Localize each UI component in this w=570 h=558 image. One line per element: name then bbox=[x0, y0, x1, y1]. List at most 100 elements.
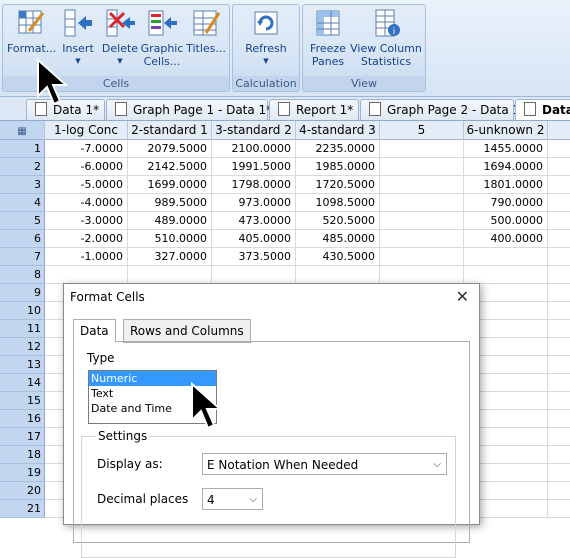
row-header[interactable]: 21 bbox=[0, 500, 45, 518]
table-cell[interactable]: 973.0000 bbox=[212, 194, 296, 212]
table-cell[interactable]: -2.0000 bbox=[45, 230, 128, 248]
table-cell[interactable]: 473.0000 bbox=[212, 212, 296, 230]
row-header[interactable]: 13 bbox=[0, 356, 45, 374]
column-header[interactable] bbox=[548, 121, 570, 140]
table-cell[interactable] bbox=[380, 266, 464, 284]
row-header[interactable]: 5 bbox=[0, 212, 45, 230]
row-header[interactable]: 18 bbox=[0, 446, 45, 464]
table-cell[interactable]: -7.0000 bbox=[45, 140, 128, 158]
table-cell[interactable] bbox=[380, 194, 464, 212]
table-cell[interactable]: -1.0000 bbox=[45, 248, 128, 266]
table-cell[interactable]: 2100.0000 bbox=[212, 140, 296, 158]
table-cell[interactable]: -6.0000 bbox=[45, 158, 128, 176]
table-cell[interactable]: 1720.5000 bbox=[296, 176, 380, 194]
table-cell[interactable] bbox=[548, 356, 570, 374]
row-header[interactable]: 3 bbox=[0, 176, 45, 194]
table-cell[interactable]: 989.5000 bbox=[128, 194, 212, 212]
table-cell[interactable] bbox=[464, 266, 548, 284]
display-as-dropdown[interactable]: E Notation When Needed ⌵ bbox=[202, 453, 447, 475]
table-cell[interactable]: 327.0000 bbox=[128, 248, 212, 266]
table-cell[interactable] bbox=[380, 212, 464, 230]
delete-button[interactable]: Delete ▼ bbox=[99, 7, 141, 68]
table-cell[interactable]: -5.0000 bbox=[45, 176, 128, 194]
table-cell[interactable]: 2079.5000 bbox=[128, 140, 212, 158]
table-cell[interactable]: 485.0000 bbox=[296, 230, 380, 248]
table-cell[interactable] bbox=[212, 266, 296, 284]
table-cell[interactable] bbox=[464, 248, 548, 266]
row-header[interactable]: 19 bbox=[0, 464, 45, 482]
table-cell[interactable] bbox=[548, 482, 570, 500]
row-header[interactable]: 20 bbox=[0, 482, 45, 500]
table-cell[interactable]: 489.0000 bbox=[128, 212, 212, 230]
table-cell[interactable]: 1098.5000 bbox=[296, 194, 380, 212]
row-header[interactable]: 8 bbox=[0, 266, 45, 284]
row-header[interactable]: 9 bbox=[0, 284, 45, 302]
select-all-corner[interactable]: ▦ bbox=[0, 121, 45, 140]
table-cell[interactable]: 1991.5000 bbox=[212, 158, 296, 176]
table-cell[interactable] bbox=[380, 140, 464, 158]
table-cell[interactable]: 2142.5000 bbox=[128, 158, 212, 176]
table-cell[interactable]: 405.0000 bbox=[212, 230, 296, 248]
table-cell[interactable] bbox=[548, 392, 570, 410]
format-button[interactable]: Format... bbox=[7, 7, 56, 55]
table-cell[interactable] bbox=[548, 140, 570, 158]
tab-rows-and-columns[interactable]: Rows and Columns bbox=[123, 319, 251, 343]
table-cell[interactable] bbox=[548, 374, 570, 392]
column-header[interactable]: 4-standard 3 bbox=[296, 121, 380, 140]
table-cell[interactable]: 430.5000 bbox=[296, 248, 380, 266]
table-cell[interactable] bbox=[548, 158, 570, 176]
table-cell[interactable] bbox=[548, 176, 570, 194]
table-cell[interactable]: 1455.0000 bbox=[464, 140, 548, 158]
refresh-button[interactable]: Refresh ▼ bbox=[239, 7, 293, 68]
row-header[interactable]: 4 bbox=[0, 194, 45, 212]
graphic-cells-button[interactable]: Graphic Cells... bbox=[139, 7, 185, 68]
table-cell[interactable]: -4.0000 bbox=[45, 194, 128, 212]
table-cell[interactable] bbox=[548, 230, 570, 248]
table-cell[interactable]: -3.0000 bbox=[45, 212, 128, 230]
table-cell[interactable] bbox=[548, 266, 570, 284]
column-header[interactable]: 1-log Conc bbox=[45, 121, 128, 140]
table-cell[interactable]: 400.0000 bbox=[464, 230, 548, 248]
tab-data-active[interactable]: Data bbox=[515, 99, 570, 120]
table-cell[interactable] bbox=[380, 248, 464, 266]
row-header[interactable]: 17 bbox=[0, 428, 45, 446]
table-cell[interactable]: 1699.0000 bbox=[128, 176, 212, 194]
table-cell[interactable] bbox=[380, 158, 464, 176]
table-cell[interactable] bbox=[548, 194, 570, 212]
row-header[interactable]: 2 bbox=[0, 158, 45, 176]
table-cell[interactable] bbox=[548, 212, 570, 230]
table-cell[interactable] bbox=[548, 338, 570, 356]
table-cell[interactable]: 790.0000 bbox=[464, 194, 548, 212]
table-cell[interactable] bbox=[380, 176, 464, 194]
table-cell[interactable] bbox=[548, 248, 570, 266]
table-cell[interactable]: 520.5000 bbox=[296, 212, 380, 230]
table-cell[interactable] bbox=[548, 446, 570, 464]
row-header[interactable]: 1 bbox=[0, 140, 45, 158]
titles-button[interactable]: Titles... bbox=[185, 7, 227, 55]
table-cell[interactable] bbox=[548, 320, 570, 338]
table-cell[interactable]: 373.5000 bbox=[212, 248, 296, 266]
row-header[interactable]: 14 bbox=[0, 374, 45, 392]
row-header[interactable]: 12 bbox=[0, 338, 45, 356]
table-cell[interactable] bbox=[548, 464, 570, 482]
row-header[interactable]: 11 bbox=[0, 320, 45, 338]
row-header[interactable]: 15 bbox=[0, 392, 45, 410]
row-header[interactable]: 6 bbox=[0, 230, 45, 248]
view-column-statistics-button[interactable]: i View Column Statistics bbox=[349, 7, 423, 68]
row-header[interactable]: 7 bbox=[0, 248, 45, 266]
close-icon[interactable]: ✕ bbox=[456, 287, 469, 306]
table-cell[interactable] bbox=[548, 428, 570, 446]
tab-report-1[interactable]: Report 1* bbox=[269, 99, 359, 120]
table-cell[interactable] bbox=[128, 266, 212, 284]
tab-data[interactable]: Data bbox=[73, 319, 116, 343]
table-cell[interactable]: 1694.0000 bbox=[464, 158, 548, 176]
freeze-panes-button[interactable]: Freeze Panes bbox=[307, 7, 349, 68]
row-header[interactable]: 10 bbox=[0, 302, 45, 320]
column-header[interactable]: 3-standard 2 bbox=[212, 121, 296, 140]
decimal-places-dropdown[interactable]: 4 ⌵ bbox=[202, 488, 263, 510]
table-cell[interactable]: 1985.0000 bbox=[296, 158, 380, 176]
table-cell[interactable] bbox=[380, 230, 464, 248]
tab-graph-page-2[interactable]: Graph Page 2 - Data 1* bbox=[360, 99, 526, 120]
table-cell[interactable]: 500.0000 bbox=[464, 212, 548, 230]
tab-graph-page-1[interactable]: Graph Page 1 - Data 1* bbox=[106, 99, 272, 120]
